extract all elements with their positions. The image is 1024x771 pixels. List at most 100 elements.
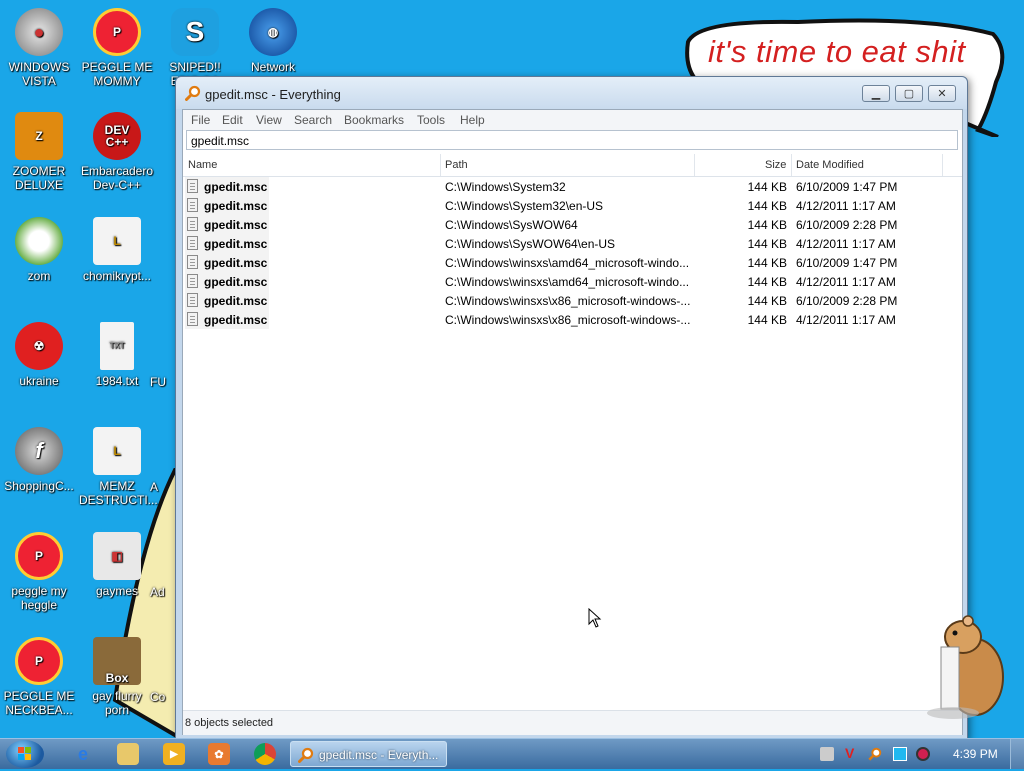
desktop-icon-shopping[interactable]: f ShoppingC... <box>1 427 77 493</box>
explorer-icon[interactable] <box>117 743 139 765</box>
peggle-icon: P <box>15 637 63 685</box>
chrome-icon[interactable] <box>254 743 276 765</box>
desktop-icon-peggle-neckbeard[interactable]: P PEGGLE ME NECKBEA... <box>1 637 77 717</box>
desktop-icon-zom[interactable]: zom <box>1 217 77 283</box>
file-name: gpedit.msc <box>204 180 268 194</box>
taskbar-button-label: gpedit.msc - Everyth... <box>319 748 439 762</box>
tray-everything-icon[interactable] <box>868 747 882 761</box>
taskbar-button-everything[interactable]: gpedit.msc - Everyth... <box>290 741 447 767</box>
media-player-icon[interactable]: ▶ <box>163 743 185 765</box>
zoomer-icon: Z <box>15 112 63 160</box>
close-icon: ✕ <box>937 88 947 100</box>
file-path: C:\Windows\winsxs\amd64_microsoft-windo.… <box>445 256 690 270</box>
minimize-button[interactable]: ▁ <box>862 85 890 102</box>
menu-help[interactable]: Help <box>460 113 485 127</box>
file-date-modified: 4/12/2011 1:17 AM <box>796 313 896 327</box>
desktop-icon-dev-cpp[interactable]: DEV C++ Embarcadero Dev-C++ <box>79 112 155 192</box>
file-path: C:\Windows\winsxs\amd64_microsoft-windo.… <box>445 275 690 289</box>
ie-icon[interactable]: e <box>72 743 94 765</box>
table-row[interactable]: gpedit.msc C:\Windows\winsxs\x86_microsof… <box>183 310 962 329</box>
table-row[interactable]: gpedit.msc C:\Windows\winsxs\x86_microsof… <box>183 291 962 310</box>
mouse-cursor-icon <box>588 608 602 628</box>
close-button[interactable]: ✕ <box>928 85 956 102</box>
column-divider[interactable] <box>942 154 943 176</box>
table-row[interactable]: gpedit.msc C:\Windows\winsxs\amd64_micros… <box>183 272 962 291</box>
file-icon <box>187 236 198 250</box>
file-size: 144 KB <box>747 199 787 213</box>
table-row[interactable]: gpedit.msc C:\Windows\winsxs\amd64_micros… <box>183 253 962 272</box>
tray-antivirus-icon[interactable]: V <box>845 745 859 761</box>
desktop-icon-peggle-my-heggle[interactable]: P peggle my heggle <box>1 532 77 612</box>
desktop-icon-network[interactable]: ◍ Network <box>235 8 311 74</box>
maximize-icon: ▢ <box>903 88 915 100</box>
status-text: 8 objects selected <box>185 717 274 729</box>
column-size[interactable]: Size <box>765 159 786 171</box>
file-name: gpedit.msc <box>204 256 268 270</box>
devcpp-icon: DEV C++ <box>93 112 141 160</box>
tray-display-icon[interactable] <box>893 747 907 761</box>
maximize-button[interactable]: ▢ <box>895 85 923 102</box>
desktop-icon-1984-txt[interactable]: TXT 1984.txt <box>79 322 155 388</box>
column-path[interactable]: Path <box>445 159 468 171</box>
file-icon: L <box>93 217 141 265</box>
table-row[interactable]: gpedit.msc C:\Windows\System32 144 KB 6/10/… <box>183 177 962 196</box>
everything-window[interactable]: gpedit.msc - Everything ▁ ▢ ✕ File Edit … <box>175 76 968 740</box>
text-file-icon: TXT <box>100 322 134 370</box>
file-size: 144 KB <box>747 275 787 289</box>
tray-volume-icon[interactable] <box>916 747 930 761</box>
menu-tools[interactable]: Tools <box>417 113 445 127</box>
hamster-image <box>927 615 1004 719</box>
desktop-icon-zoomer-deluxe[interactable]: Z ZOOMER DELUXE <box>1 112 77 192</box>
desktop-icon-gay-flurry[interactable]: Box gay flurry porn <box>79 637 155 717</box>
file-path: C:\Windows\System32\en-US <box>445 199 604 213</box>
flash-icon: f <box>15 427 63 475</box>
desktop-icon-gaymes[interactable]: ◧ gaymes <box>79 532 155 598</box>
desktop-icon-peggle-me-mommy[interactable]: P PEGGLE ME MOMMY <box>79 8 155 88</box>
menu-view[interactable]: View <box>256 113 282 127</box>
show-desktop-button[interactable] <box>1010 739 1024 769</box>
menu-file[interactable]: File <box>191 113 210 127</box>
file-name: gpedit.msc <box>204 275 268 289</box>
column-name[interactable]: Name <box>188 159 217 171</box>
title-bar[interactable]: gpedit.msc - Everything ▁ ▢ ✕ <box>176 77 967 109</box>
file-path: C:\Windows\winsxs\x86_microsoft-windows-… <box>445 313 691 327</box>
file-name: gpedit.msc <box>204 199 268 213</box>
table-row[interactable]: gpedit.msc C:\Windows\SysWOW64 144 KB 6/10/… <box>183 215 962 234</box>
file-size: 144 KB <box>747 180 787 194</box>
file-icon <box>187 217 198 231</box>
file-name: gpedit.msc <box>204 218 268 232</box>
clock[interactable]: 4:39 PM <box>953 747 998 761</box>
menu-bar: File Edit View Search Bookmarks Tools He… <box>183 110 962 130</box>
file-size: 144 KB <box>747 237 787 251</box>
file-name: gpedit.msc <box>204 294 268 308</box>
column-divider[interactable] <box>694 154 695 176</box>
file-name: gpedit.msc <box>204 313 268 327</box>
desktop-icon-memz[interactable]: L MEMZ DESTRUCTI... <box>79 427 158 507</box>
window-title: gpedit.msc - Everything <box>205 87 341 102</box>
desktop-icon-chomikrypt[interactable]: L chomikrypt... <box>79 217 155 283</box>
file-date-modified: 6/10/2009 1:47 PM <box>796 180 898 194</box>
speech-text: it's time to eat shit <box>708 34 966 69</box>
table-row[interactable]: gpedit.msc C:\Windows\SysWOW64\en-US 144 K… <box>183 234 962 253</box>
column-divider[interactable] <box>440 154 441 176</box>
minimize-icon: ▁ <box>871 88 881 100</box>
table-row[interactable]: gpedit.msc C:\Windows\System32\en-US 144 K… <box>183 196 962 215</box>
column-date-modified[interactable]: Date Modified <box>796 159 864 171</box>
file-size: 144 KB <box>747 294 787 308</box>
menu-edit[interactable]: Edit <box>222 113 243 127</box>
search-input[interactable]: gpedit.msc <box>186 130 958 150</box>
file-path: C:\Windows\System32 <box>445 180 566 194</box>
magnifier-icon <box>298 747 314 763</box>
peggle-icon: P <box>93 8 141 56</box>
file-icon <box>187 198 198 212</box>
desktop-icon-windows-vista[interactable]: ● WINDOWS VISTA <box>1 8 77 88</box>
tray-network-icon[interactable] <box>820 747 834 761</box>
paint-icon[interactable]: ✿ <box>208 743 230 765</box>
file-date-modified: 6/10/2009 2:28 PM <box>796 294 898 308</box>
menu-bookmarks[interactable]: Bookmarks <box>344 113 404 127</box>
start-button[interactable] <box>6 740 44 768</box>
column-divider[interactable] <box>791 154 792 176</box>
file-path: C:\Windows\winsxs\x86_microsoft-windows-… <box>445 294 691 308</box>
menu-search[interactable]: Search <box>294 113 332 127</box>
desktop-icon-ukraine[interactable]: ☢ ukraine <box>1 322 77 388</box>
